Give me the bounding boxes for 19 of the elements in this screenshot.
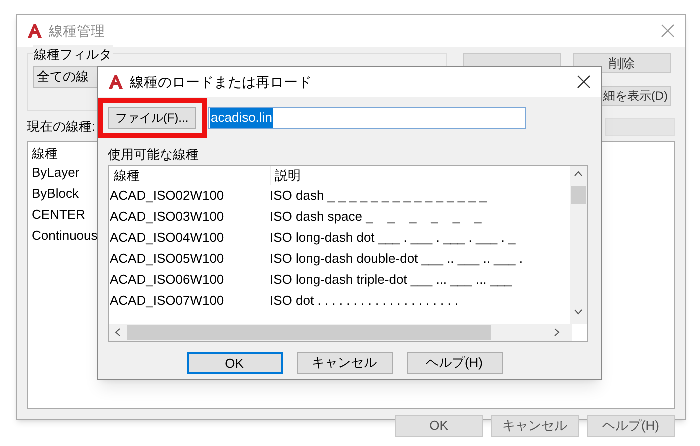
table-cell-text: ACAD_ISO04W100 (109, 229, 226, 248)
table-cell-text: ACAD_ISO05W100 (109, 250, 226, 268)
table-cell-text: ISO dot . . . . . . . . . . . . . . . . . . . . (270, 292, 459, 310)
table-cell-text: ISO dash space _ _ _ _ _ _ (270, 208, 482, 226)
window-title: 線種のロードまたは再ロード (130, 72, 312, 92)
table-cell-text: ISO long-dash dot ___ . ___ . ___ . ___ . _ (270, 229, 516, 248)
list-label: 使用可能な線種 (108, 147, 199, 162)
table-cell-text: ISO long-dash double-dot ___ .. ___ .. ___ . (270, 250, 523, 268)
column-header: 線種 (113, 166, 141, 185)
table-cell-text: ISO dash _ _ _ _ _ _ _ _ _ _ _ _ _ _ _ (270, 187, 487, 206)
column-header: 線種 (32, 146, 58, 160)
table-cell-text: ISO long-dash triple-dot ___ ... ___ ... ___ (270, 271, 512, 290)
table-cell-text: ACAD_ISO02W100 (109, 187, 226, 206)
table-cell-text: ACAD_ISO03W100 (109, 208, 226, 226)
field-label: 現在の線種: (27, 118, 96, 136)
table-cell-text: ACAD_ISO07W100 (109, 292, 226, 310)
column-header: 説明 (270, 166, 301, 186)
table-cell-text: ACAD_ISO06W100 (109, 271, 226, 290)
window-title: 線種管理 (49, 22, 105, 40)
